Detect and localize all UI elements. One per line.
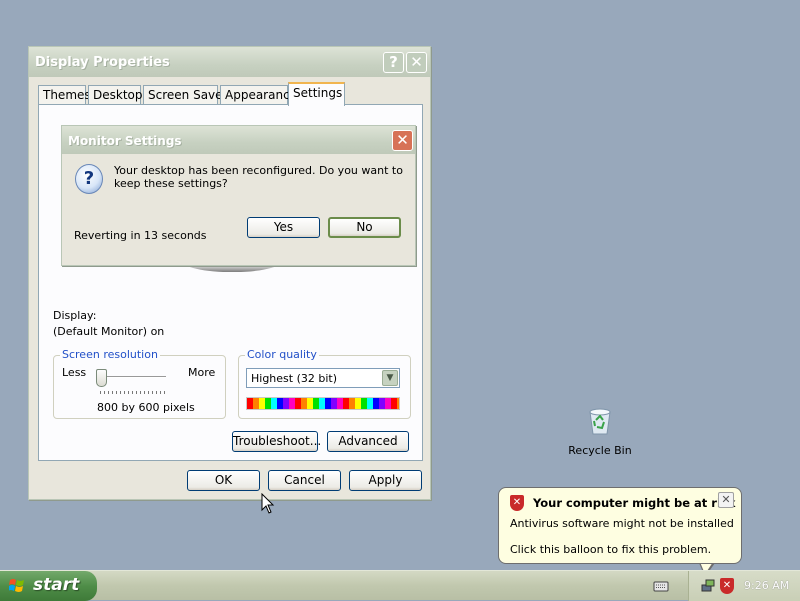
- resolution-more-label: More: [188, 366, 216, 379]
- start-label: start: [33, 575, 80, 595]
- security-balloon[interactable]: ✕ Your computer might be at risk ✕ Antiv…: [498, 487, 742, 564]
- screen-resolution-title: Screen resolution: [60, 348, 160, 361]
- tab-desktop[interactable]: Desktop: [88, 85, 143, 105]
- monitor-settings-title: Monitor Settings: [68, 134, 182, 148]
- tab-themes[interactable]: Themes: [38, 85, 91, 105]
- tab-settings[interactable]: Settings: [288, 82, 345, 106]
- question-icon: ?: [75, 164, 103, 194]
- security-center-icon[interactable]: ✕: [720, 578, 734, 594]
- network-icon[interactable]: [700, 578, 716, 594]
- color-spectrum-bar: [246, 397, 400, 410]
- troubleshoot-button[interactable]: Troubleshoot...: [232, 431, 321, 452]
- system-tray: ✕ 9:26 AM: [688, 571, 800, 601]
- yes-button[interactable]: Yes: [247, 217, 320, 238]
- security-shield-icon: ✕: [510, 495, 524, 511]
- revert-countdown: Reverting in 13 seconds: [74, 229, 207, 242]
- close-button[interactable]: ✕: [392, 130, 413, 151]
- recycle-bin-icon[interactable]: [584, 406, 616, 436]
- display-value: (Default Monitor) on: [53, 325, 165, 338]
- display-properties-window: Display Properties ? ✕ Themes Desktop Sc…: [28, 46, 431, 500]
- display-label: Display:: [53, 309, 97, 322]
- balloon-close-button[interactable]: ✕: [718, 492, 734, 508]
- no-button[interactable]: No: [328, 217, 401, 238]
- resolution-slider-track[interactable]: [100, 376, 166, 378]
- ok-button[interactable]: OK: [187, 470, 260, 491]
- taskbar: start ✕ 9:26 AM: [0, 570, 800, 601]
- monitor-settings-titlebar[interactable]: Monitor Settings ✕: [62, 126, 415, 154]
- color-quality-value: Highest (32 bit): [251, 372, 338, 385]
- tab-screen-saver[interactable]: Screen Saver: [143, 85, 227, 105]
- balloon-line2: Click this balloon to fix this problem.: [510, 543, 712, 556]
- help-button[interactable]: ?: [383, 52, 404, 73]
- color-quality-group: Color quality Highest (32 bit) ▼: [238, 348, 411, 419]
- balloon-title: Your computer might be at risk: [533, 496, 736, 510]
- apply-button[interactable]: Apply: [349, 470, 422, 491]
- recycle-bin-label[interactable]: Recycle Bin: [568, 444, 632, 457]
- monitor-settings-message: Your desktop has been reconfigured. Do y…: [114, 164, 403, 190]
- color-quality-select[interactable]: Highest (32 bit) ▼: [246, 368, 400, 388]
- start-button[interactable]: start: [0, 571, 97, 601]
- windows-logo-icon: [9, 579, 24, 592]
- advanced-button[interactable]: Advanced: [327, 431, 409, 452]
- balloon-line1: Antivirus software might not be installe…: [510, 517, 734, 530]
- color-quality-title: Color quality: [245, 348, 319, 361]
- keyboard-icon[interactable]: [653, 579, 669, 593]
- resolution-less-label: Less: [62, 366, 87, 379]
- screen-resolution-group: Screen resolution Less More 800 by 600 p…: [53, 348, 226, 419]
- resolution-slider-thumb[interactable]: [96, 369, 107, 387]
- display-properties-title: Display Properties: [35, 55, 170, 70]
- chevron-down-icon[interactable]: ▼: [382, 370, 398, 386]
- monitor-settings-dialog: Monitor Settings ✕ ? Your desktop has be…: [61, 125, 416, 266]
- display-properties-titlebar[interactable]: Display Properties ? ✕: [29, 47, 430, 77]
- tab-appearance[interactable]: Appearance: [220, 85, 297, 105]
- mouse-cursor-icon: [261, 493, 275, 514]
- cancel-button[interactable]: Cancel: [268, 470, 341, 491]
- close-button[interactable]: ✕: [406, 52, 427, 73]
- clock[interactable]: 9:26 AM: [744, 579, 789, 592]
- resolution-value: 800 by 600 pixels: [97, 401, 195, 414]
- resolution-slider-ticks: [100, 391, 166, 394]
